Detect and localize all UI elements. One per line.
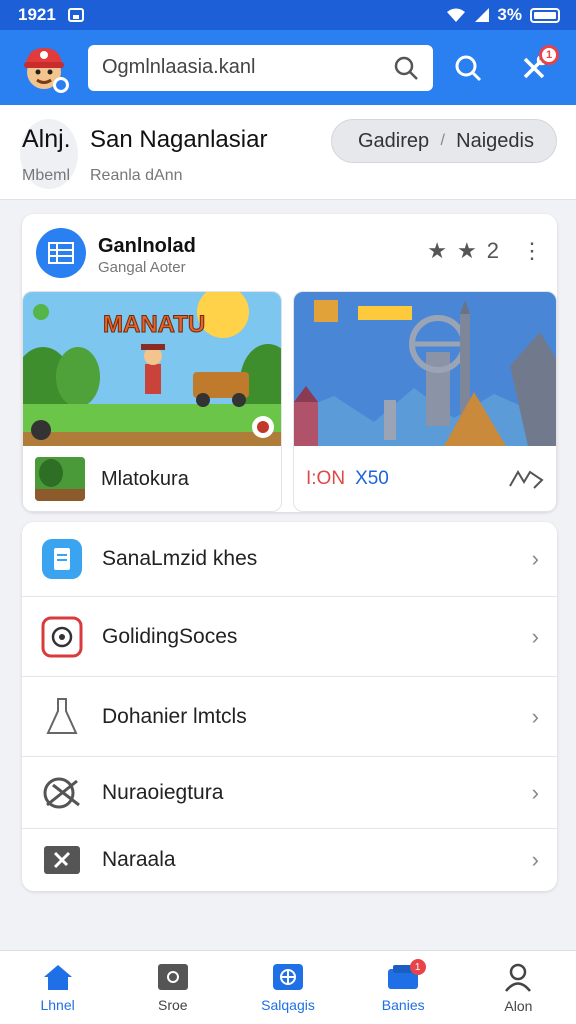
list-item[interactable]: GolidingSoces › bbox=[22, 597, 557, 677]
pill-separator: / bbox=[440, 132, 445, 149]
search-query: Ogmlnlaasia.kanl bbox=[102, 56, 256, 78]
notification-icon bbox=[67, 8, 84, 22]
nav-store[interactable]: Sroe bbox=[115, 951, 230, 1024]
nav-label: Sroe bbox=[158, 996, 188, 1013]
user-avatar[interactable] bbox=[16, 40, 72, 96]
status-time: 1921 bbox=[18, 5, 56, 24]
list-item[interactable]: Naraala › bbox=[22, 829, 557, 891]
rating-count: 2 bbox=[486, 238, 499, 263]
more-options-icon[interactable]: ⋮ bbox=[521, 238, 543, 264]
game-banner-image bbox=[294, 292, 556, 446]
list-item-label: Dohanier lmtcls bbox=[102, 704, 247, 728]
pill-right-label[interactable]: Naigedis bbox=[456, 130, 534, 153]
list-item-label: GolidingSoces bbox=[102, 624, 238, 648]
nav-profile[interactable]: Alon bbox=[461, 951, 576, 1024]
signal-icon bbox=[475, 8, 490, 22]
battery-percent: 3% bbox=[497, 5, 522, 24]
bottom-navigation: Lhnel Sroe Salqagis 1 Banies Alon bbox=[0, 950, 576, 1024]
menu-list: SanaLmzid khes › GolidingSoces › Dohanie… bbox=[22, 522, 557, 891]
game-banner-image: MANATU bbox=[23, 292, 281, 446]
card-title: Ganlnolad bbox=[98, 235, 196, 257]
score-value: X50 bbox=[355, 468, 389, 489]
star-icon[interactable]: ★ bbox=[427, 238, 447, 264]
search-icon bbox=[455, 55, 482, 81]
pill-left-label[interactable]: Gadirep bbox=[358, 130, 429, 153]
list-item[interactable]: SanaLmzid khes › bbox=[22, 522, 557, 597]
list-item-label: Nuraoiegtura bbox=[102, 780, 224, 804]
game-tile[interactable]: I:ON X50 bbox=[293, 291, 557, 512]
document-icon bbox=[40, 537, 84, 581]
banner-title: MANATU bbox=[103, 311, 205, 338]
flask-icon bbox=[40, 695, 84, 739]
chevron-right-icon: › bbox=[531, 847, 539, 872]
nav-label: Alon bbox=[504, 997, 533, 1014]
app-bar: Ogmlnlaasia.kanl 1 bbox=[0, 30, 576, 105]
grid-icon bbox=[36, 228, 86, 278]
profile-section: Alnj. San Naganlasiar Mbeml Reanla dAnn … bbox=[0, 105, 576, 200]
profile-icon bbox=[505, 963, 532, 992]
store-icon bbox=[157, 963, 188, 990]
star-icon[interactable]: ★ bbox=[457, 238, 477, 264]
profile-name: San Naganlasiar bbox=[90, 126, 268, 153]
search-button[interactable] bbox=[451, 51, 485, 85]
list-item[interactable]: Dohanier lmtcls › bbox=[22, 677, 557, 757]
list-item-label: SanaLmzid khes bbox=[102, 547, 258, 570]
games-icon bbox=[273, 963, 303, 990]
nav-inbox[interactable]: 1 Banies bbox=[346, 951, 461, 1024]
chevron-right-icon: › bbox=[531, 703, 539, 729]
card-subtitle: Gangal Aoter bbox=[98, 259, 186, 276]
share-icon[interactable] bbox=[508, 468, 544, 490]
nav-label: Lhnel bbox=[40, 996, 75, 1013]
nav-home[interactable]: Lhnel bbox=[0, 951, 115, 1024]
search-input[interactable]: Ogmlnlaasia.kanl bbox=[88, 44, 433, 91]
score-label: I:ON bbox=[306, 468, 346, 489]
profile-subtitle-right: Reanla dAnn bbox=[90, 167, 183, 184]
chevron-right-icon: › bbox=[531, 779, 539, 805]
list-item-label: Naraala bbox=[102, 848, 176, 871]
profile-filter-pill[interactable]: Gadirep / Naigedis bbox=[331, 119, 557, 163]
featured-card: Ganlnolad Gangal Aoter ★ ★ 2 ⋮ MANATU Ml… bbox=[22, 214, 557, 512]
nav-badge: 1 bbox=[409, 959, 426, 975]
profile-initials: Alnj. bbox=[22, 125, 71, 153]
home-icon bbox=[43, 964, 72, 990]
game-title: Mlatokura bbox=[101, 467, 189, 490]
target-icon bbox=[40, 615, 84, 659]
list-item[interactable]: Nuraoiegtura › bbox=[22, 757, 557, 829]
chevron-right-icon: › bbox=[531, 546, 539, 571]
tools-button[interactable]: 1 bbox=[517, 44, 559, 85]
tools-icon bbox=[40, 771, 84, 815]
profile-subtitle-left: Mbeml bbox=[22, 167, 71, 184]
notification-badge: 1 bbox=[539, 44, 559, 65]
search-icon[interactable] bbox=[393, 55, 419, 81]
battery-icon bbox=[530, 7, 560, 23]
hammer-icon bbox=[40, 838, 84, 882]
game-tile[interactable]: MANATU Mlatokura bbox=[22, 291, 282, 512]
nav-games[interactable]: Salqagis bbox=[230, 951, 345, 1024]
chevron-right-icon: › bbox=[531, 623, 539, 649]
nav-label: Salqagis bbox=[261, 996, 315, 1013]
game-thumbnail bbox=[35, 457, 85, 501]
nav-label: Banies bbox=[381, 996, 425, 1013]
status-bar: 1921 3% bbox=[0, 0, 576, 30]
wifi-icon bbox=[447, 8, 466, 22]
